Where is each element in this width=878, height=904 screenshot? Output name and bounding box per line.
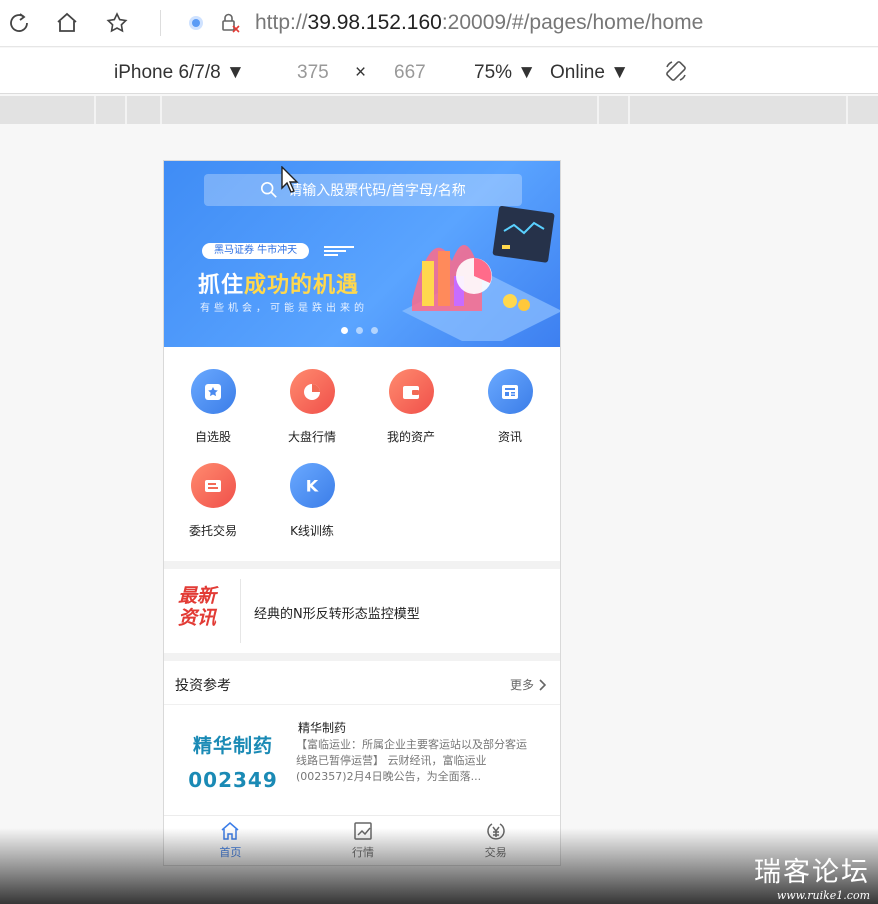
watermark-title: 瑞客论坛: [754, 857, 870, 888]
url-status-icons: [187, 12, 241, 34]
svg-text:K: K: [306, 476, 319, 495]
grid-item-kline[interactable]: K K线训练: [263, 463, 361, 539]
device-select[interactable]: iPhone 6/7/8 ▼: [114, 62, 245, 84]
url-prefix: http://: [255, 11, 308, 34]
rotate-icon[interactable]: [664, 59, 688, 83]
tab-home[interactable]: 首页: [164, 816, 297, 865]
device-toolbar: iPhone 6/7/8 ▼ 375 × 667 75% ▼ Online ▼: [0, 48, 878, 94]
grid-label: 资讯: [497, 430, 522, 444]
latest-news-bar[interactable]: 最新 资讯 经典的N形反转形态监控模型: [164, 569, 560, 653]
ruler-tick: [597, 96, 599, 124]
bottom-tab-bar: 首页 行情 交易: [164, 815, 560, 865]
news-separator: [240, 579, 241, 643]
carousel-dot[interactable]: [356, 327, 363, 334]
finance-illustration: [402, 205, 560, 341]
banner-slogan: 抓住成功的机遇: [198, 267, 359, 299]
star-icon: [190, 369, 236, 414]
wallet-icon: [388, 369, 434, 414]
reference-title: 投资参考: [175, 678, 231, 694]
dimension-separator: ×: [355, 62, 367, 83]
reference-item-title: 精华制药: [298, 721, 347, 735]
news-badge-line1: 最新: [178, 585, 217, 607]
search-icon: [261, 181, 278, 198]
reference-item[interactable]: 精华制药 002349 精华制药 【富临运业：所属企业主要客运站以及部分客运线路…: [164, 705, 560, 815]
watermark: 瑞客论坛 www.ruike1.com: [754, 850, 870, 902]
more-link[interactable]: 更多: [510, 676, 546, 693]
news-badge-line2: 资讯: [178, 607, 217, 629]
yen-icon: [486, 823, 505, 840]
viewport-height[interactable]: 667: [394, 62, 426, 84]
chart-icon: [354, 822, 372, 840]
banner-subtitle: 有些机会，可能是跌出来的: [200, 303, 368, 314]
zoom-select[interactable]: 75% ▼: [474, 62, 536, 84]
home-icon[interactable]: [54, 10, 80, 36]
media-query-ruler[interactable]: [0, 96, 878, 124]
mouse-cursor-icon: [281, 166, 299, 193]
ruler-tick: [94, 96, 96, 124]
network-select[interactable]: Online ▼: [550, 62, 629, 84]
stock-logo-name: 精华制药: [192, 735, 273, 757]
reload-icon[interactable]: [6, 10, 32, 36]
news-headline[interactable]: 经典的N形反转形态监控模型: [254, 603, 420, 622]
watermark-url: www.ruike1.com: [776, 889, 870, 902]
tab-trade[interactable]: 交易: [429, 816, 560, 865]
bookmark-star-icon[interactable]: [104, 10, 130, 36]
search-placeholder: 请输入股票代码/首字母/名称: [288, 183, 466, 199]
news-badge: 最新 资讯: [178, 585, 240, 629]
insecure-lock-icon[interactable]: [219, 12, 241, 34]
grid-item-assets[interactable]: 我的资产: [362, 369, 460, 445]
ruler-tick: [160, 96, 162, 124]
grid-item-trade[interactable]: 委托交易: [164, 463, 262, 539]
stock-logo: 精华制药 002349: [188, 731, 278, 792]
stock-logo-code: 002349: [188, 768, 278, 792]
section-divider: [164, 653, 560, 661]
tab-label: 行情: [352, 846, 374, 859]
tab-label: 首页: [219, 846, 242, 859]
ticket-icon: [190, 463, 236, 508]
grid-label: 大盘行情: [287, 430, 336, 444]
pie-chart-icon: [289, 369, 335, 414]
slogan-part2: 成功的机遇: [244, 273, 360, 298]
carousel-dots: [341, 327, 378, 334]
banner-stripes-icon: [324, 246, 354, 256]
viewport-width[interactable]: 375: [297, 62, 329, 84]
banner-tag: 黑马证券 牛市冲天: [202, 243, 310, 259]
grid-item-news[interactable]: 资讯: [461, 369, 559, 445]
url-host: 39.98.152.160: [307, 11, 442, 34]
tab-market[interactable]: 行情: [297, 816, 430, 865]
grid-label: 我的资产: [386, 430, 435, 444]
tab-label: 交易: [484, 846, 507, 859]
carousel-dot[interactable]: [371, 327, 378, 334]
grid-label: 自选股: [194, 430, 231, 444]
ruler-tick: [628, 96, 630, 124]
grid-label: 委托交易: [188, 524, 237, 538]
reference-item-desc: 【富临运业：所属企业主要客运站以及部分客运线路已暂停运营】 云财经讯，富临运业(…: [296, 738, 527, 783]
site-status-icon[interactable]: [187, 14, 205, 32]
browser-toolbar: http:// 39.98.152.160 :20009/#/pages/hom…: [0, 0, 878, 47]
ruler-tick: [125, 96, 127, 124]
phone-viewport: 请输入股票代码/首字母/名称 黑马证券 牛市冲天 抓住成功的机遇 有些机会，可能…: [163, 160, 561, 866]
news-icon: [487, 369, 533, 414]
chevron-right-icon: [539, 678, 546, 691]
home-icon: [221, 822, 239, 840]
carousel-dot[interactable]: [341, 327, 348, 334]
slogan-part1: 抓住: [198, 273, 245, 298]
toolbar-divider: [160, 10, 161, 36]
k-letter-icon: K: [289, 463, 335, 508]
section-divider: [164, 561, 560, 569]
reference-header: 投资参考 更多: [164, 661, 560, 705]
grid-item-market[interactable]: 大盘行情: [263, 369, 361, 445]
ruler-tick: [846, 96, 848, 124]
address-bar[interactable]: http:// 39.98.152.160 :20009/#/pages/hom…: [255, 11, 703, 35]
more-label: 更多: [509, 678, 534, 692]
url-path: :20009/#/pages/home/home: [441, 11, 704, 34]
grid-label: K线训练: [290, 524, 334, 538]
grid-item-watchlist[interactable]: 自选股: [164, 369, 262, 445]
banner-carousel[interactable]: 请输入股票代码/首字母/名称 黑马证券 牛市冲天 抓住成功的机遇 有些机会，可能…: [164, 161, 560, 347]
